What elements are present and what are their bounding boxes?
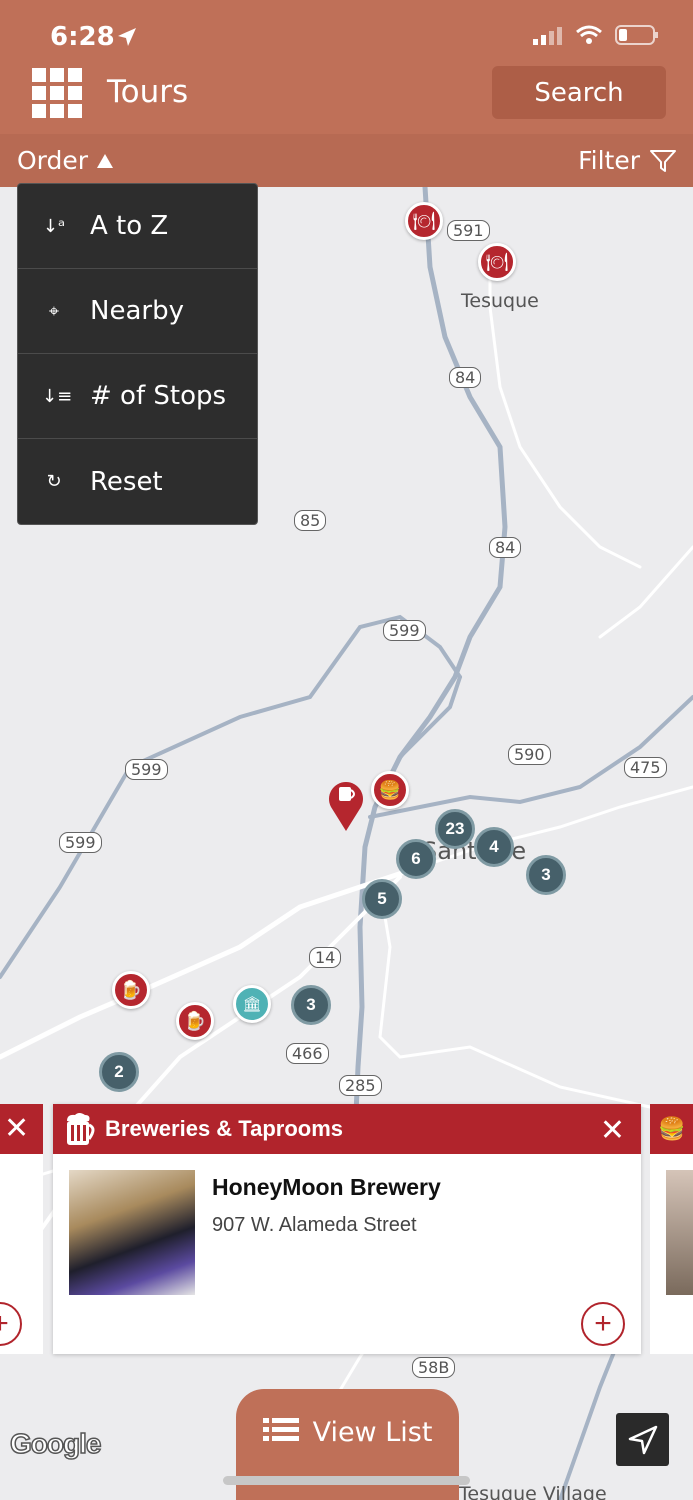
cloche-icon: 🍽 — [412, 210, 436, 231]
cloche-icon: 🍽 — [485, 251, 509, 272]
page-title: Tours — [107, 74, 189, 110]
cluster-marker[interactable]: 4 — [474, 827, 514, 867]
sort-number-icon: ↓≡ — [42, 385, 73, 407]
my-location-button[interactable] — [616, 1413, 669, 1466]
selected-brewery-pin[interactable] — [327, 775, 365, 833]
location-arrow-icon — [118, 28, 136, 46]
card-header: Breweries & Taprooms ✕ — [53, 1104, 641, 1154]
search-button[interactable]: Search — [492, 66, 666, 119]
order-option-label: A to Z — [90, 211, 169, 241]
road-label: 84 — [449, 367, 482, 388]
triangle-up-icon — [97, 153, 114, 168]
sort-alpha-icon: ↓ᵃ — [42, 215, 66, 237]
beer-mug-icon: 🍺 — [119, 979, 143, 1000]
burger-pin[interactable]: 🍔 — [371, 771, 409, 809]
close-icon[interactable]: ✕ — [0, 1104, 43, 1154]
navigation-arrow-icon — [628, 1425, 657, 1454]
place-label-tesuque-village: Tesuque Village — [459, 1483, 607, 1500]
place-thumbnail — [69, 1170, 195, 1295]
restaurant-pin[interactable]: 🍽 — [478, 243, 516, 281]
cluster-marker[interactable]: 6 — [396, 839, 436, 879]
next-card[interactable]: 🍔 — [650, 1104, 693, 1354]
road-label: 14 — [309, 947, 342, 968]
add-to-tour-button[interactable]: + — [581, 1302, 625, 1346]
restaurant-pin[interactable]: 🍽 — [405, 202, 443, 240]
attraction-pin[interactable]: 🏛 — [233, 985, 271, 1023]
filter-label: Filter — [578, 146, 640, 175]
order-label: Order — [17, 146, 89, 175]
order-option-label: Reset — [90, 466, 163, 497]
sort-filter-bar: Order Filter — [0, 134, 693, 187]
signal-icon — [533, 27, 562, 45]
home-indicator — [223, 1476, 470, 1485]
building-icon: 🏛 — [242, 996, 262, 1013]
card-category: Breweries & Taprooms — [105, 1116, 344, 1141]
road-label: 590 — [508, 744, 551, 765]
place-thumbnail — [666, 1170, 693, 1295]
crosshair-icon: ⌖ — [48, 300, 60, 322]
brewery-pin[interactable]: 🍺 — [112, 971, 150, 1009]
reset-icon: ↻ — [46, 471, 62, 492]
road-label: 599 — [125, 759, 168, 780]
cluster-marker[interactable]: 3 — [291, 985, 331, 1025]
road-label: 591 — [447, 220, 490, 241]
filter-icon — [650, 149, 676, 172]
road-label: 475 — [624, 757, 667, 778]
close-icon[interactable]: ✕ — [600, 1113, 625, 1148]
beer-mug-icon: 🍺 — [183, 1010, 207, 1031]
road-label: 466 — [286, 1043, 329, 1064]
google-logo: Google — [9, 1427, 102, 1460]
burger-icon: 🍔 — [650, 1104, 693, 1154]
road-label: 84 — [489, 537, 522, 558]
status-icons — [533, 24, 659, 46]
filter-button[interactable]: Filter — [578, 146, 676, 175]
menu-grid-icon[interactable] — [32, 68, 82, 118]
place-label-tesuque: Tesuque — [461, 290, 539, 312]
road-label: 85 — [294, 510, 327, 531]
wifi-icon — [576, 25, 602, 44]
place-name[interactable]: HoneyMoon Brewery — [212, 1174, 441, 1201]
place-card[interactable]: Breweries & Taprooms ✕ HoneyMoon Brewery… — [53, 1104, 641, 1354]
list-icon — [262, 1418, 299, 1441]
beer-mug-icon — [67, 1113, 95, 1145]
cluster-marker[interactable]: 2 — [99, 1052, 139, 1092]
cluster-marker[interactable]: 23 — [435, 809, 475, 849]
road-label: 599 — [59, 832, 102, 853]
cluster-marker[interactable]: 3 — [526, 855, 566, 895]
road-label: 599 — [383, 620, 426, 641]
order-option-label: # of Stops — [90, 381, 227, 411]
order-option-stops[interactable]: ↓≡ # of Stops — [18, 354, 257, 439]
cluster-marker[interactable]: 5 — [362, 879, 402, 919]
order-option-a-to-z[interactable]: ↓ᵃ A to Z — [18, 184, 257, 269]
order-button[interactable]: Order — [17, 146, 114, 175]
order-option-label: Nearby — [90, 296, 184, 326]
road-label: 285 — [339, 1075, 382, 1096]
burger-icon: 🍔 — [378, 779, 402, 800]
app-header: 6:28 Tours Search — [0, 0, 693, 134]
view-list-label: View List — [312, 1417, 433, 1448]
order-option-reset[interactable]: ↻ Reset — [18, 439, 257, 524]
status-time: 6:28 — [50, 22, 115, 52]
order-option-nearby[interactable]: ⌖ Nearby — [18, 269, 257, 354]
add-icon[interactable]: + — [0, 1302, 22, 1346]
previous-card[interactable]: ✕ + — [0, 1104, 43, 1354]
road-label: 58B — [412, 1357, 456, 1378]
order-menu: ↓ᵃ A to Z ⌖ Nearby ↓≡ # of Stops ↻ Reset — [17, 183, 258, 525]
battery-icon — [615, 25, 658, 45]
place-address: 907 W. Alameda Street — [212, 1214, 417, 1236]
brewery-pin[interactable]: 🍺 — [176, 1002, 214, 1040]
